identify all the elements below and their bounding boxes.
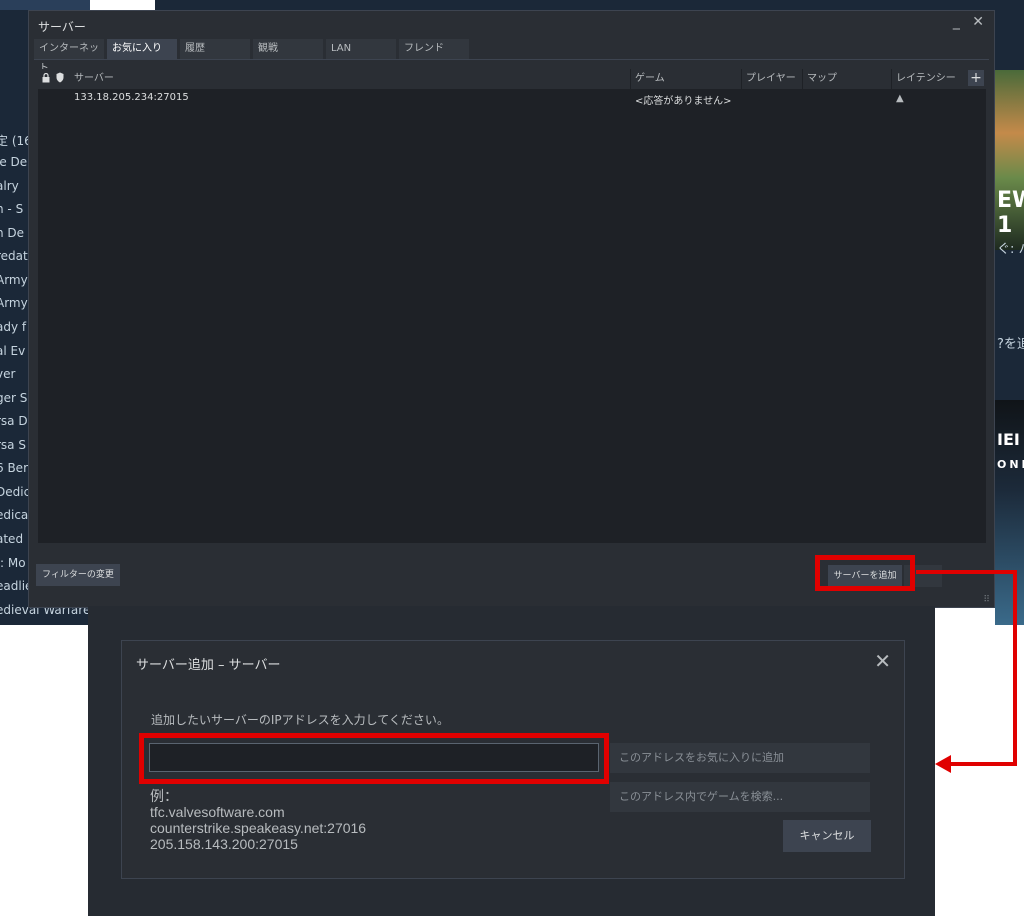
change-filters-button[interactable]: フィルターの変更 <box>36 564 120 586</box>
arrow-line <box>916 570 1017 574</box>
tab-favorites[interactable]: お気に入り <box>107 39 177 59</box>
minimize-button[interactable]: _ <box>953 14 960 30</box>
dialog-prompt: 追加したいサーバーのIPアドレスを入力してください。 <box>151 713 449 727</box>
example-address: counterstrike.speakeasy.net:27016 <box>150 820 367 836</box>
highlight-add-server <box>815 555 915 591</box>
tab-spectate[interactable]: 観戦 <box>253 39 323 59</box>
store-background: EW 1 ぐ: ハ ?を追 IEI ONI <box>995 0 1024 625</box>
examples-block: 例： tfc.valvesoftware.com counterstrike.s… <box>150 788 366 852</box>
close-icon[interactable]: ✕ <box>874 649 891 673</box>
list-header: サーバー ゲーム プレイヤー マップ レイテンシー ▲ + <box>38 69 986 104</box>
store-text: ?を追 <box>997 337 1024 352</box>
add-column-button[interactable]: + <box>968 70 984 86</box>
cancel-button[interactable]: キャンセル <box>783 820 871 852</box>
servers-window: サーバー _ ✕ インターネット お気に入り 履歴 観戦 LAN フレンド サー… <box>28 10 995 608</box>
lock-icon[interactable] <box>42 72 50 86</box>
server-game: <応答がありません> <box>635 96 732 107</box>
window-controls: _ ✕ <box>945 14 984 30</box>
background-window-top <box>155 0 995 10</box>
tab-divider <box>34 59 989 60</box>
banner-text: ONI <box>997 458 1024 471</box>
tab-history[interactable]: 履歴 <box>180 39 250 59</box>
arrow-line <box>950 762 1017 766</box>
resize-grip-icon[interactable]: ⠿ <box>983 595 990 605</box>
tab-friends[interactable]: フレンド <box>399 39 469 59</box>
library-topbar <box>0 0 90 10</box>
shield-icon[interactable] <box>56 72 64 86</box>
arrow-head-icon <box>935 755 951 773</box>
table-row[interactable]: 133.18.205.234:27015 <応答がありません> <box>38 90 986 107</box>
server-tabs: インターネット お気に入り 履歴 観戦 LAN フレンド <box>34 39 472 74</box>
column-header-game[interactable]: ゲーム <box>630 69 740 89</box>
example-address: tfc.valvesoftware.com <box>150 804 285 820</box>
column-header-latency[interactable]: レイテンシー ▲ <box>891 69 965 104</box>
column-header-map[interactable]: マップ <box>802 69 890 89</box>
tab-lan[interactable]: LAN <box>326 39 396 59</box>
column-header-server[interactable]: サーバー <box>70 69 629 89</box>
arrow-line <box>1013 572 1017 764</box>
window-title: サーバー <box>38 20 86 34</box>
examples-label: 例： <box>150 788 178 804</box>
tab-internet[interactable]: インターネット <box>34 39 104 74</box>
server-address: 133.18.205.234:27015 <box>74 92 189 103</box>
banner-text: EW 1 <box>997 188 1024 238</box>
column-header-players[interactable]: プレイヤー <box>741 69 801 89</box>
add-to-favorites-button[interactable]: このアドレスをお気に入りに追加 <box>610 743 870 773</box>
dialog-title: サーバー追加 – サーバー <box>136 658 281 673</box>
search-games-button[interactable]: このアドレス内でゲームを検索... <box>610 782 870 812</box>
example-address: 205.158.143.200:27015 <box>150 836 298 852</box>
banner-text: IEI <box>997 430 1020 449</box>
close-button[interactable]: ✕ <box>972 14 984 30</box>
server-list: サーバー ゲーム プレイヤー マップ レイテンシー ▲ + 133.18.205… <box>38 69 986 543</box>
highlight-ip-input <box>139 733 609 784</box>
store-text: ぐ: ハ <box>997 242 1024 257</box>
